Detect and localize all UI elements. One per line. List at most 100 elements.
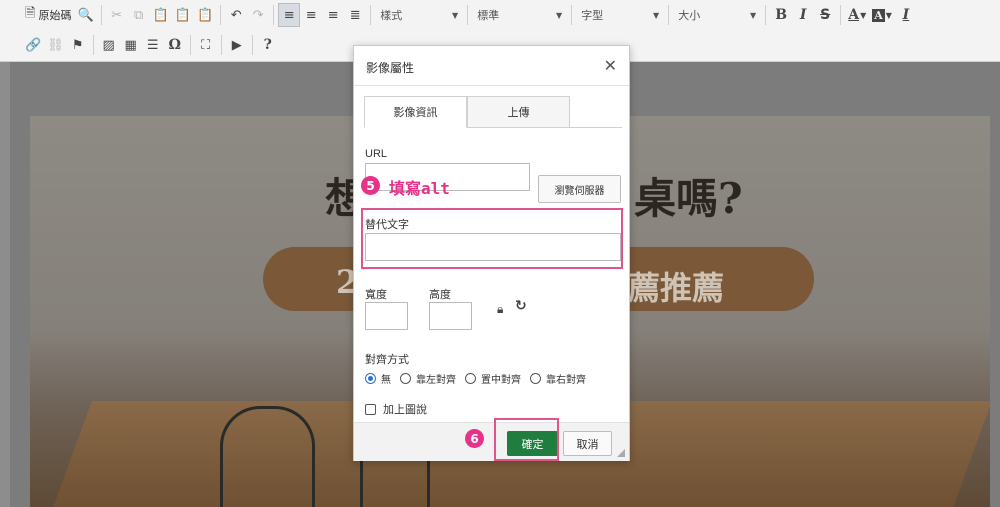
- toolbar-separator: [220, 5, 222, 25]
- paste-icon: 📋: [152, 7, 169, 23]
- resize-grip-icon[interactable]: [617, 449, 625, 457]
- paste-word-button[interactable]: 📋: [194, 3, 216, 27]
- toolbar-separator: [840, 5, 842, 25]
- text-color-button[interactable]: A ▼: [845, 3, 869, 27]
- help-button[interactable]: ?: [257, 33, 279, 57]
- bg-color-icon: A: [872, 8, 885, 22]
- youtube-button[interactable]: ▶: [226, 33, 248, 57]
- toolbar-separator: [467, 5, 469, 25]
- toolbar-separator: [273, 5, 275, 25]
- size-combo[interactable]: 大小 ▼: [673, 4, 761, 26]
- align-left-icon: ≡: [283, 7, 295, 23]
- font-combo[interactable]: 字型 ▼: [576, 4, 664, 26]
- source-button[interactable]: 🗎 原始碼: [22, 3, 74, 27]
- toolbar-row-1: 🗎 原始碼 🔍 ✂ ⧉ 📋 📋 📋 ↶ ↷ ≡ ≡ ≡ ≣ 樣式 ▼ 標準 ▼ …: [22, 1, 917, 29]
- close-icon[interactable]: ✕: [604, 56, 617, 75]
- redo-button[interactable]: ↷: [247, 3, 269, 27]
- clear-format-button[interactable]: I: [895, 3, 917, 27]
- url-label: URL: [365, 148, 388, 160]
- format-combo[interactable]: 樣式 ▼: [375, 4, 463, 26]
- cut-icon: ✂: [111, 7, 123, 23]
- tab-upload[interactable]: 上傳: [467, 96, 570, 128]
- toolbar-separator: [765, 5, 767, 25]
- style-combo-value: 標準: [477, 9, 500, 22]
- help-icon: ?: [263, 37, 272, 53]
- paste-word-icon: 📋: [197, 7, 214, 23]
- radio-unselected[interactable]: [465, 373, 476, 384]
- reset-size-icon[interactable]: ↻: [515, 298, 527, 314]
- align-option-label: 無: [381, 375, 391, 386]
- ok-button-highlight: [494, 418, 559, 461]
- toolbar-separator: [220, 35, 222, 55]
- italic-button[interactable]: I: [792, 3, 814, 27]
- align-justify-icon: ≣: [349, 7, 361, 23]
- undo-button[interactable]: ↶: [225, 3, 247, 27]
- image-button[interactable]: ▨: [98, 33, 120, 57]
- align-left-button[interactable]: ≡: [278, 3, 301, 27]
- clear-format-icon: I: [902, 7, 910, 23]
- copy-button[interactable]: ⧉: [128, 3, 150, 27]
- horizontal-rule-icon: ☰: [146, 37, 159, 53]
- caption-checkbox-row[interactable]: 加上圖說: [365, 401, 427, 417]
- lock-icon[interactable]: 🔒︎: [497, 302, 503, 317]
- caption-checkbox[interactable]: [365, 403, 376, 415]
- dialog-title-bar[interactable]: 影像屬性 ✕: [354, 46, 629, 86]
- paste-text-button[interactable]: 📋: [172, 3, 194, 27]
- cut-button[interactable]: ✂: [106, 3, 128, 27]
- dialog-footer: 確定 取消: [354, 422, 629, 461]
- source-icon: 🗎: [25, 6, 36, 21]
- align-radio-none[interactable]: 無: [365, 371, 391, 386]
- toolbar-separator: [251, 35, 253, 55]
- horizontal-rule-button[interactable]: ☰: [142, 33, 164, 57]
- style-combo[interactable]: 標準 ▼: [472, 4, 567, 26]
- chevron-down-icon: ▼: [556, 10, 563, 20]
- radio-unselected[interactable]: [530, 373, 541, 384]
- chevron-down-icon: ▼: [750, 10, 757, 20]
- width-label: 寬度: [365, 288, 387, 301]
- toolbar-separator: [189, 35, 191, 55]
- special-char-button[interactable]: Ω: [164, 33, 186, 57]
- align-radio-group: 無 靠左對齊 置中對齊 靠右對齊: [365, 371, 595, 386]
- align-option-label: 置中對齊: [481, 375, 521, 386]
- height-input[interactable]: [429, 302, 472, 330]
- image-heading-right: 桌嗎?: [634, 174, 743, 223]
- paste-text-icon: 📋: [174, 7, 192, 23]
- align-right-button[interactable]: ≡: [322, 3, 344, 27]
- width-input[interactable]: [365, 302, 408, 330]
- font-combo-value: 字型: [581, 9, 604, 22]
- align-justify-button[interactable]: ≣: [344, 3, 366, 27]
- unlink-button[interactable]: ⛓: [44, 33, 67, 57]
- toolbar-separator: [92, 35, 94, 55]
- radio-unselected[interactable]: [400, 373, 411, 384]
- preview-button[interactable]: 🔍: [74, 3, 96, 27]
- align-center-button[interactable]: ≡: [300, 3, 322, 27]
- size-combo-value: 大小: [678, 9, 701, 22]
- source-label: 原始碼: [38, 9, 72, 22]
- flag-icon: ⚑: [71, 37, 84, 53]
- paste-button[interactable]: 📋: [150, 3, 172, 27]
- dialog-title: 影像屬性: [366, 61, 415, 75]
- tab-image-info[interactable]: 影像資訊: [364, 96, 467, 128]
- align-radio-right[interactable]: 靠右對齊: [530, 371, 586, 386]
- cancel-button[interactable]: 取消: [563, 431, 612, 456]
- table-button[interactable]: ▦: [120, 33, 142, 57]
- bg-color-button[interactable]: A ▼: [869, 3, 895, 27]
- link-button[interactable]: 🔗: [22, 33, 44, 57]
- step-5-note: 填寫alt: [389, 179, 450, 198]
- unlink-icon: ⛓: [47, 37, 64, 53]
- chair-graphic: [220, 406, 315, 507]
- preview-icon: 🔍: [77, 7, 94, 23]
- maximize-button[interactable]: ⛶: [195, 33, 217, 57]
- redo-icon: ↷: [252, 7, 264, 23]
- browse-server-button[interactable]: 瀏覽伺服器: [538, 175, 621, 203]
- toolbar-separator: [370, 5, 372, 25]
- align-radio-left[interactable]: 靠左對齊: [400, 371, 456, 386]
- strike-button[interactable]: S: [814, 3, 836, 27]
- radio-selected[interactable]: [365, 373, 376, 384]
- bold-button[interactable]: B: [770, 3, 792, 27]
- anchor-button[interactable]: ⚑: [67, 33, 89, 57]
- maximize-icon: ⛶: [201, 37, 211, 53]
- align-radio-center[interactable]: 置中對齊: [465, 371, 521, 386]
- image-pill-text-right: 薦推薦: [628, 269, 725, 307]
- align-right-icon: ≡: [327, 7, 339, 23]
